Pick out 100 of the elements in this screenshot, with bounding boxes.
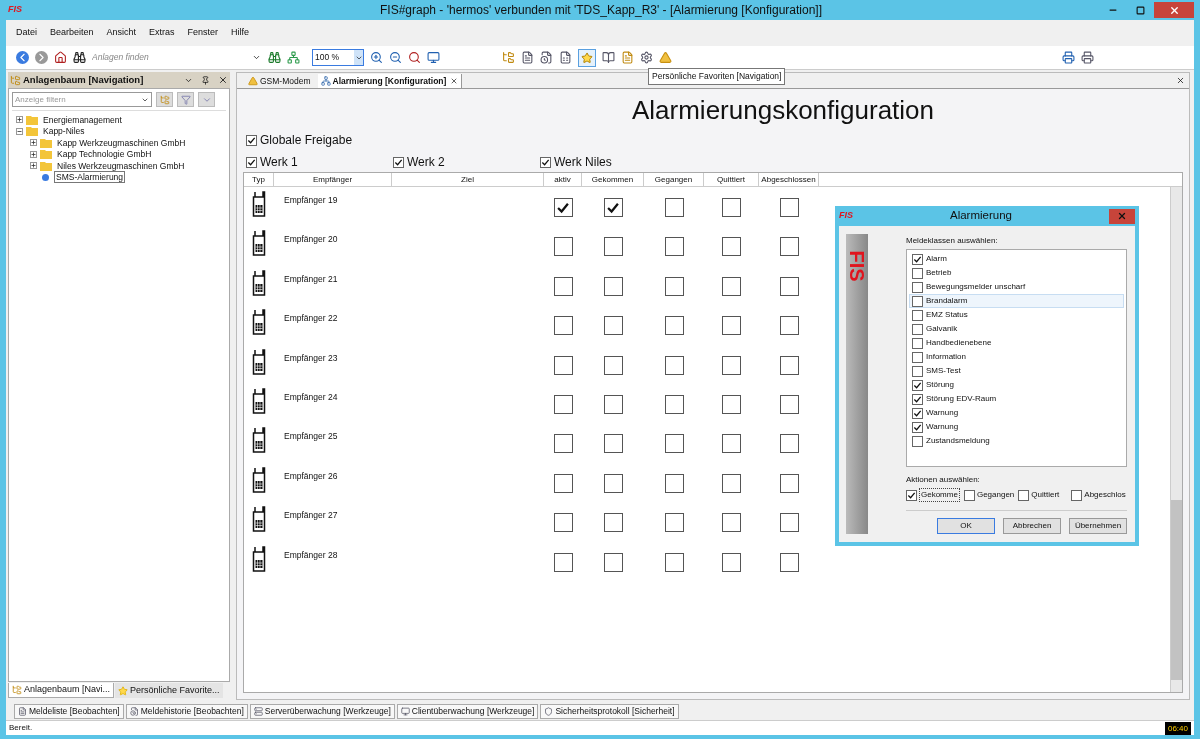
checkbox[interactable] — [553, 355, 573, 375]
column-header[interactable]: Abgeschlossen — [759, 173, 819, 186]
checkbox[interactable] — [664, 513, 684, 533]
tree-item[interactable]: Energiemanagement — [41, 113, 124, 126]
menu-item[interactable]: Hilfe — [231, 26, 250, 40]
filter-field[interactable]: Anzeige filtern — [13, 93, 141, 106]
window-tab[interactable]: Serverüberwachung [Werkzeuge] — [249, 703, 395, 719]
checkbox[interactable] — [603, 434, 623, 454]
zoom-in-icon[interactable] — [370, 51, 383, 64]
checkbox[interactable] — [722, 394, 741, 414]
checkbox[interactable] — [912, 365, 923, 377]
checkbox[interactable] — [912, 421, 923, 433]
checkbox[interactable] — [664, 316, 684, 336]
collapse-icon[interactable] — [16, 127, 23, 135]
checkbox[interactable] — [912, 267, 923, 279]
expand-icon[interactable] — [30, 139, 37, 147]
expand-icon[interactable] — [30, 162, 37, 170]
dialog-button[interactable]: OK — [937, 518, 995, 534]
checkbox[interactable] — [912, 295, 923, 307]
checkbox[interactable] — [963, 489, 975, 501]
checkbox[interactable] — [912, 323, 923, 335]
checkbox[interactable] — [722, 316, 741, 336]
zoom-out-icon[interactable] — [389, 51, 402, 64]
tree-item[interactable]: Kapp Werkzeugmaschinen GmbH — [55, 136, 188, 149]
tree-item[interactable]: SMS-Alarmierung — [54, 171, 126, 184]
checkbox[interactable] — [664, 473, 684, 493]
close-icon[interactable] — [218, 75, 228, 85]
checkbox[interactable] — [912, 253, 923, 265]
checkbox[interactable] — [664, 198, 684, 217]
tree-item[interactable]: Niles Werkzeugmaschinen GmbH — [55, 159, 187, 172]
window-tab[interactable]: Clientüberwachung [Werkzeuge] — [396, 703, 539, 719]
filter-dropdown[interactable]: Anzeige filtern — [12, 92, 152, 107]
checkbox[interactable] — [1071, 489, 1083, 501]
checkbox[interactable] — [779, 316, 799, 336]
checkbox[interactable] — [553, 473, 573, 493]
list-item[interactable]: EMZ Status — [909, 308, 1124, 322]
column-header[interactable]: Gekommen — [582, 173, 644, 186]
list-item[interactable]: Warnung — [909, 406, 1124, 420]
printer-icon[interactable] — [1062, 51, 1075, 64]
checkbox[interactable] — [664, 434, 684, 454]
panel-tab[interactable]: Persönliche Favorite... — [115, 683, 223, 698]
list-item[interactable]: Information — [909, 350, 1124, 364]
checkbox[interactable] — [1018, 489, 1030, 501]
scrollbar[interactable] — [1170, 187, 1182, 692]
window-tab[interactable]: Meldehistorie [Beobachten] — [125, 703, 248, 719]
checkbox[interactable] — [779, 513, 799, 533]
close-button[interactable] — [1109, 208, 1135, 224]
checkbox[interactable] — [722, 434, 741, 454]
settings-icon[interactable] — [640, 51, 653, 64]
list-item[interactable]: Bewegungsmelder unscharf — [909, 280, 1124, 294]
window-tab[interactable]: Sicherheitsprotokoll [Sicherheit] — [540, 703, 679, 719]
menu-item[interactable]: Datei — [16, 26, 37, 40]
dropdown-icon[interactable] — [252, 53, 261, 62]
checkbox[interactable] — [779, 276, 799, 296]
list-item[interactable]: Störung EDV-Raum — [909, 392, 1124, 406]
checkbox[interactable] — [912, 281, 923, 293]
list-item[interactable]: Betrieb — [909, 266, 1124, 280]
menu-item[interactable]: Bearbeiten — [50, 26, 94, 40]
dialog-button[interactable]: Übernehmen — [1069, 518, 1127, 534]
document-tab[interactable]: Alarmierung [Konfiguration] — [317, 74, 463, 88]
checkbox[interactable] — [553, 198, 573, 217]
window-tab[interactable]: Meldeliste [Beobachten] — [14, 703, 124, 719]
checkbox[interactable] — [779, 473, 799, 493]
tree-item[interactable]: Kapp-Niles — [41, 125, 87, 138]
history-icon[interactable] — [540, 51, 553, 64]
column-header[interactable]: Typ — [244, 173, 274, 186]
tree-item[interactable]: Kapp Technologie GmbH — [55, 148, 154, 161]
checkbox[interactable] — [664, 237, 684, 257]
forward-icon[interactable] — [35, 51, 48, 64]
panel-tab[interactable]: Anlagenbaum [Navi... — [8, 683, 115, 698]
list-item[interactable]: Brandalarm — [909, 294, 1124, 308]
favorites-button[interactable] — [578, 48, 596, 67]
checkbox[interactable] — [664, 552, 684, 572]
checkbox[interactable] — [553, 316, 573, 336]
checkbox[interactable] — [912, 309, 923, 321]
menu-item[interactable]: Ansicht — [106, 26, 137, 40]
list-item[interactable]: SMS-Test — [909, 364, 1124, 378]
checkbox[interactable] — [664, 394, 684, 414]
checkbox[interactable] — [722, 513, 741, 533]
checkbox[interactable] — [912, 337, 923, 349]
checkbox[interactable] — [603, 473, 623, 493]
column-header[interactable]: Empfänger — [274, 173, 392, 186]
printer-icon[interactable] — [1081, 51, 1094, 64]
checkbox[interactable] — [906, 489, 917, 501]
checkbox[interactable] — [553, 513, 573, 533]
menu-item[interactable]: Extras — [149, 26, 175, 40]
back-icon[interactable] — [16, 51, 29, 64]
list-item[interactable]: Störung — [909, 378, 1124, 392]
checkbox[interactable] — [553, 394, 573, 414]
column-header[interactable]: Ziel — [392, 173, 544, 186]
binoculars-icon[interactable] — [73, 51, 86, 64]
close-icon[interactable] — [450, 77, 459, 85]
checkbox[interactable] — [912, 393, 923, 405]
tree-icon[interactable] — [502, 51, 515, 64]
list-item[interactable]: Warnung — [909, 420, 1124, 434]
column-header[interactable]: Quittiert — [704, 173, 759, 186]
monitor-icon[interactable] — [427, 51, 440, 64]
book-icon[interactable] — [602, 51, 615, 64]
pin-icon[interactable] — [201, 75, 210, 85]
checkbox[interactable] — [722, 552, 741, 572]
